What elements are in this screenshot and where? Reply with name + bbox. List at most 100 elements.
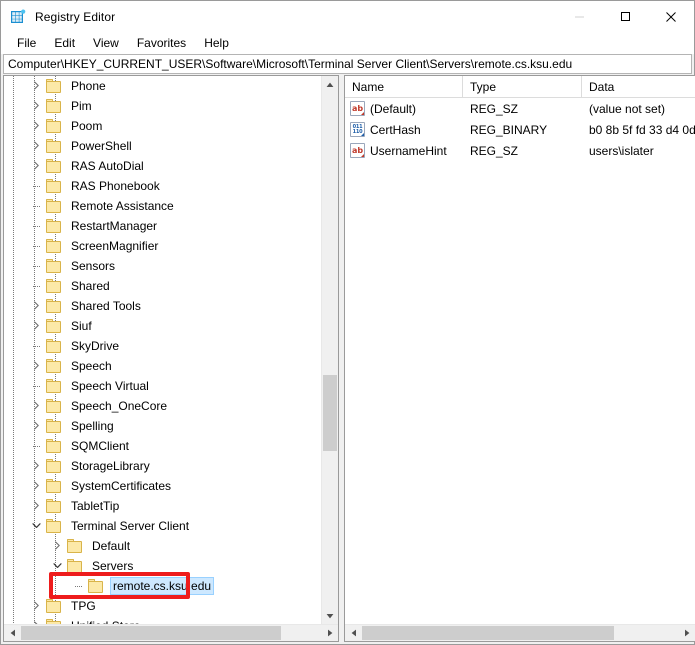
tree-twisty[interactable]	[27, 216, 46, 236]
menu-help[interactable]: Help	[195, 34, 238, 53]
column-header-type[interactable]: Type	[463, 76, 582, 97]
value-row[interactable]: ab UsernameHint REG_SZ users\islater	[345, 140, 695, 161]
tree-item-speech-onecore[interactable]: Speech_OneCore	[4, 396, 321, 416]
tree-twisty[interactable]	[27, 336, 46, 356]
tree-item-speech-virtual[interactable]: Speech Virtual	[4, 376, 321, 396]
tree-item-phone[interactable]: Phone	[4, 76, 321, 96]
minimize-button[interactable]	[556, 1, 602, 32]
tree-twisty[interactable]	[27, 256, 46, 276]
tree-twisty[interactable]	[27, 316, 46, 336]
tree-twisty[interactable]	[27, 116, 46, 136]
tree-item-remote-assistance[interactable]: Remote Assistance	[4, 196, 321, 216]
tree-scroll-left-button[interactable]	[4, 625, 21, 641]
values-scroll-left-button[interactable]	[345, 625, 362, 641]
tree-twisty[interactable]	[27, 416, 46, 436]
tree-vscroll-thumb[interactable]	[323, 375, 337, 451]
tree-twisty[interactable]	[27, 136, 46, 156]
tree-item-pim[interactable]: Pim	[4, 96, 321, 116]
tree-item-poom[interactable]: Poom	[4, 116, 321, 136]
tree-twisty[interactable]	[27, 456, 46, 476]
tree-item-storagelibrary[interactable]: StorageLibrary	[4, 456, 321, 476]
chevron-right-icon[interactable]	[32, 81, 41, 90]
close-button[interactable]	[648, 1, 694, 32]
tree-item-default[interactable]: Default	[4, 536, 321, 556]
chevron-right-icon[interactable]	[32, 601, 41, 610]
tree-twisty[interactable]	[27, 296, 46, 316]
chevron-right-icon[interactable]	[32, 301, 41, 310]
tree-vscroll-track[interactable]	[322, 93, 338, 607]
chevron-down-icon[interactable]	[53, 561, 62, 570]
tree-item-speech[interactable]: Speech	[4, 356, 321, 376]
tree-twisty[interactable]	[48, 556, 67, 576]
tree-twisty[interactable]	[27, 76, 46, 96]
tree-twisty[interactable]	[27, 496, 46, 516]
tree-twisty[interactable]	[69, 576, 88, 596]
tree-item-spelling[interactable]: Spelling	[4, 416, 321, 436]
tree-item-powershell[interactable]: PowerShell	[4, 136, 321, 156]
tree-hscroll-track[interactable]	[21, 625, 321, 641]
column-header-data[interactable]: Data	[582, 76, 695, 97]
values-horizontal-scrollbar[interactable]	[345, 624, 695, 641]
chevron-down-icon[interactable]	[32, 521, 41, 530]
menu-view[interactable]: View	[84, 34, 128, 53]
tree-twisty[interactable]	[27, 96, 46, 116]
menu-edit[interactable]: Edit	[45, 34, 84, 53]
chevron-right-icon[interactable]	[32, 401, 41, 410]
tree-item-unified-store[interactable]: Unified Store	[4, 616, 321, 624]
tree-twisty[interactable]	[27, 476, 46, 496]
chevron-right-icon[interactable]	[32, 101, 41, 110]
registry-tree[interactable]: Phone Pim Poom PowerShell RAS AutoDial RAS Ph…	[4, 76, 321, 624]
values-hscroll-track[interactable]	[362, 625, 679, 641]
tree-item-ras-autodial[interactable]: RAS AutoDial	[4, 156, 321, 176]
value-row[interactable]: 011 110 CertHash REG_BINARY b0 8b 5f fd 33 d…	[345, 119, 695, 140]
chevron-right-icon[interactable]	[32, 621, 41, 624]
tree-item-shared[interactable]: Shared	[4, 276, 321, 296]
values-list[interactable]: ab (Default) REG_SZ (value not set) 011 110 Ce…	[345, 98, 695, 624]
column-header-name[interactable]: Name	[345, 76, 463, 97]
tree-item-skydrive[interactable]: SkyDrive	[4, 336, 321, 356]
tree-twisty[interactable]	[27, 356, 46, 376]
tree-hscroll-thumb[interactable]	[21, 626, 281, 640]
values-hscroll-thumb[interactable]	[362, 626, 614, 640]
tree-twisty[interactable]	[27, 376, 46, 396]
tree-item-systemcertificates[interactable]: SystemCertificates	[4, 476, 321, 496]
tree-item-tablettip[interactable]: TabletTip	[4, 496, 321, 516]
menu-file[interactable]: File	[8, 34, 45, 53]
address-bar[interactable]: Computer\HKEY_CURRENT_USER\Software\Micr…	[3, 54, 692, 74]
chevron-right-icon[interactable]	[32, 321, 41, 330]
tree-item-shared-tools[interactable]: Shared Tools	[4, 296, 321, 316]
chevron-right-icon[interactable]	[32, 141, 41, 150]
tree-scroll-down-button[interactable]	[322, 607, 338, 624]
tree-twisty[interactable]	[27, 176, 46, 196]
tree-twisty[interactable]	[27, 156, 46, 176]
tree-item-servers[interactable]: Servers	[4, 556, 321, 576]
tree-twisty[interactable]	[27, 436, 46, 456]
tree-item-screenmagnifier[interactable]: ScreenMagnifier	[4, 236, 321, 256]
chevron-right-icon[interactable]	[32, 121, 41, 130]
tree-item-ras-phonebook[interactable]: RAS Phonebook	[4, 176, 321, 196]
tree-scroll-right-button[interactable]	[321, 625, 338, 641]
chevron-right-icon[interactable]	[32, 161, 41, 170]
values-scroll-right-button[interactable]	[679, 625, 695, 641]
menu-favorites[interactable]: Favorites	[128, 34, 195, 53]
tree-vertical-scrollbar[interactable]	[321, 76, 338, 624]
tree-item-terminal-server-client[interactable]: Terminal Server Client	[4, 516, 321, 536]
tree-item-sqmclient[interactable]: SQMClient	[4, 436, 321, 456]
tree-item-restartmanager[interactable]: RestartManager	[4, 216, 321, 236]
chevron-right-icon[interactable]	[32, 361, 41, 370]
chevron-right-icon[interactable]	[53, 541, 62, 550]
value-row[interactable]: ab (Default) REG_SZ (value not set)	[345, 98, 695, 119]
tree-twisty[interactable]	[27, 616, 46, 624]
tree-twisty[interactable]	[27, 236, 46, 256]
chevron-right-icon[interactable]	[32, 481, 41, 490]
tree-twisty[interactable]	[27, 276, 46, 296]
tree-twisty[interactable]	[27, 396, 46, 416]
tree-item-siuf[interactable]: Siuf	[4, 316, 321, 336]
chevron-right-icon[interactable]	[32, 461, 41, 470]
tree-scroll-up-button[interactable]	[322, 76, 338, 93]
chevron-right-icon[interactable]	[32, 421, 41, 430]
tree-twisty[interactable]	[48, 536, 67, 556]
tree-item-remote-cs-ksu-edu[interactable]: remote.cs.ksu.edu	[4, 576, 321, 596]
tree-item-sensors[interactable]: Sensors	[4, 256, 321, 276]
tree-horizontal-scrollbar[interactable]	[4, 624, 338, 641]
